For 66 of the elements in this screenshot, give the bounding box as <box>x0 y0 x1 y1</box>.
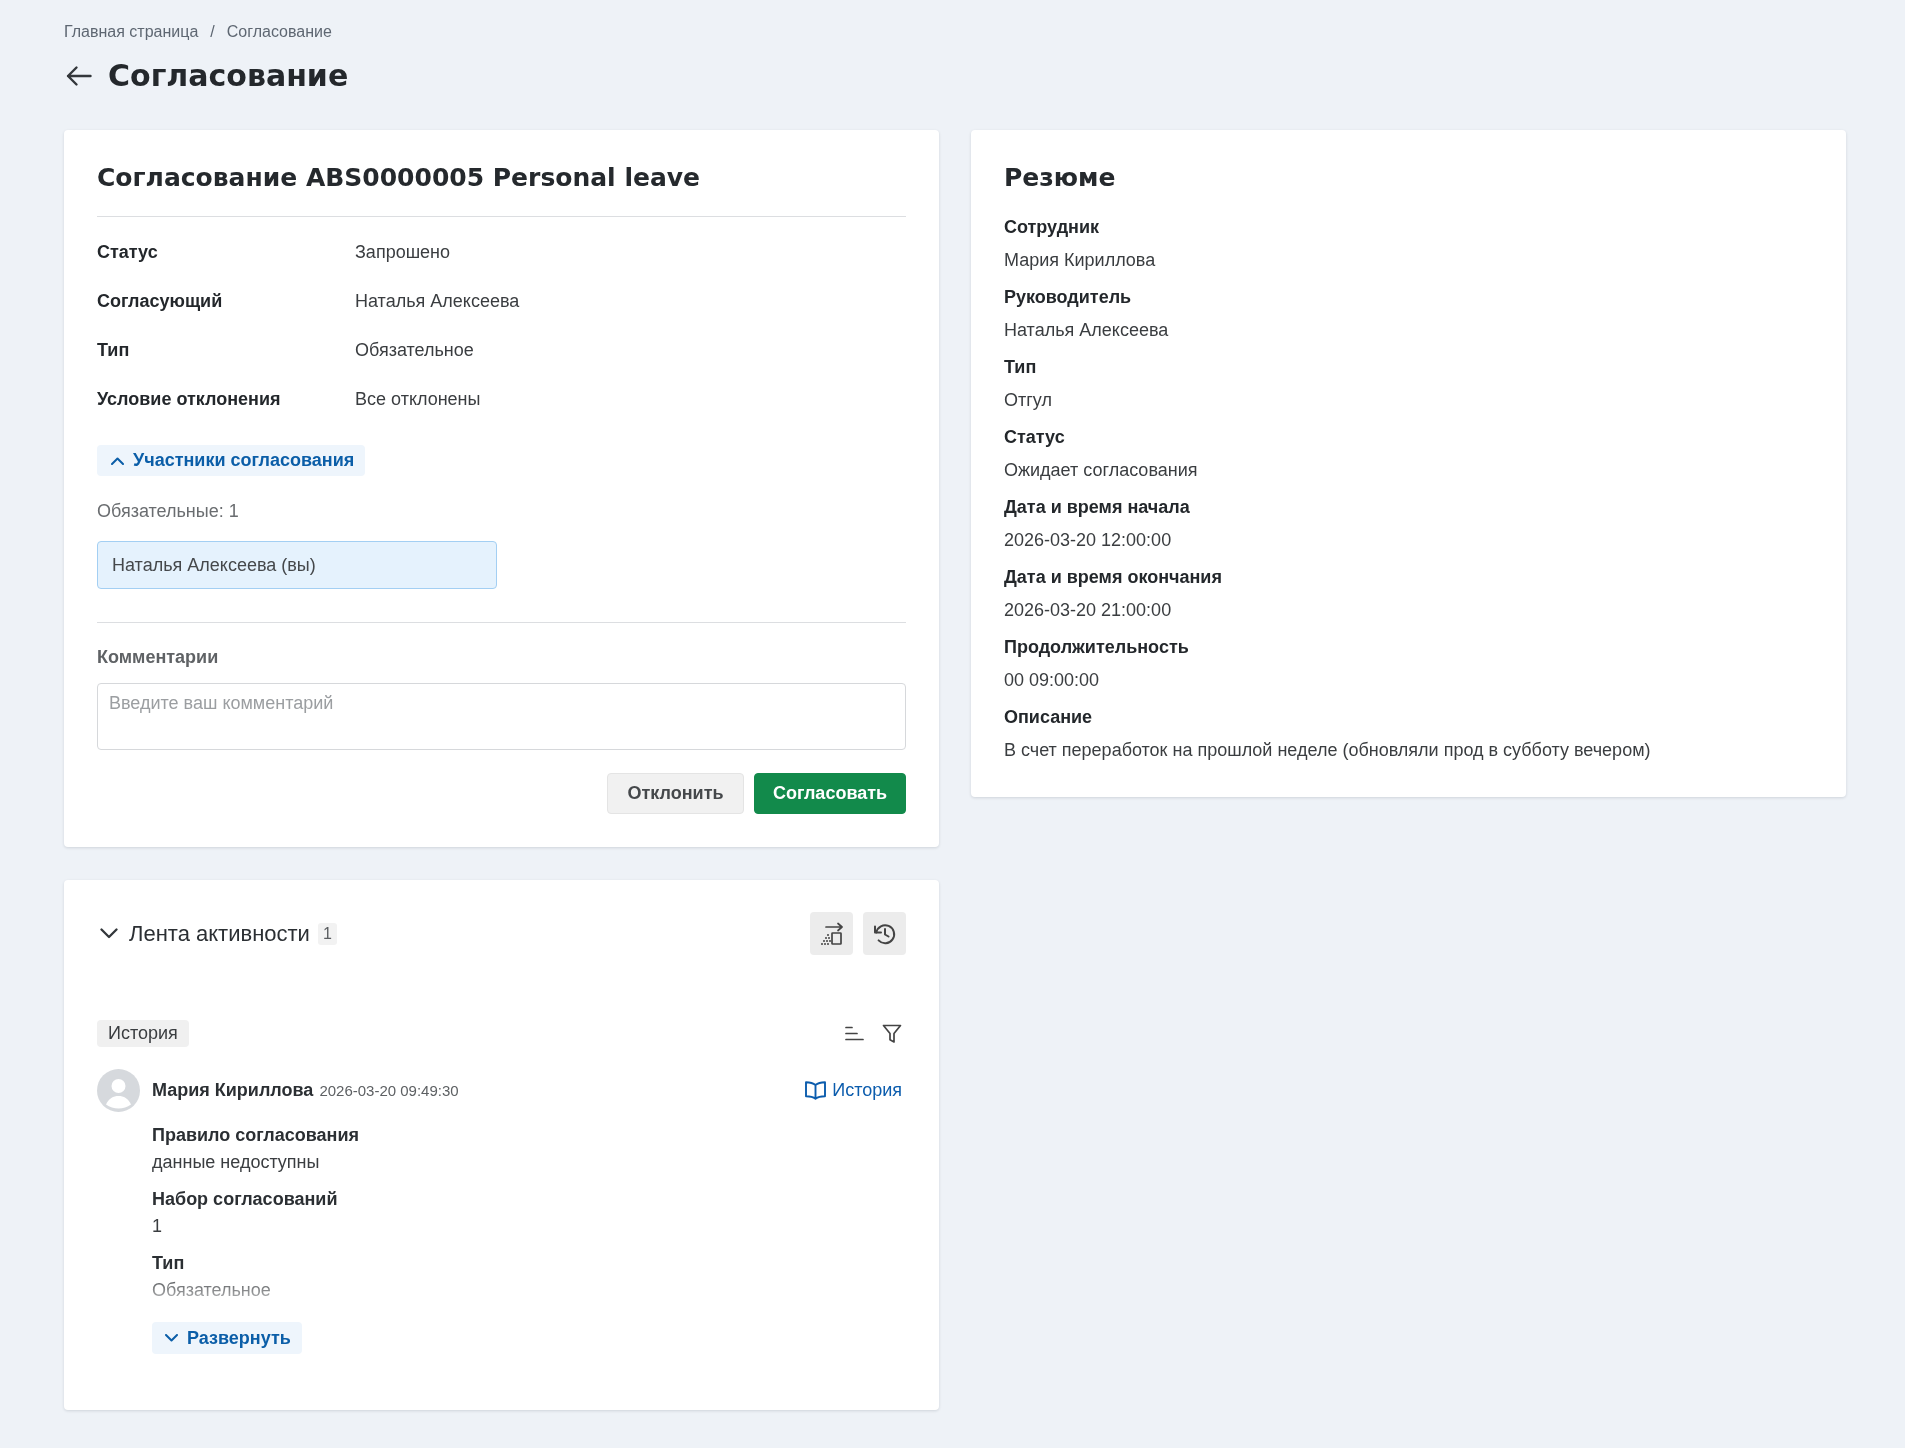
timestamp: 2026-03-20 09:49:30 <box>319 1082 459 1099</box>
feed-tab[interactable]: История <box>97 1020 189 1047</box>
detail-label: Правило согласования <box>152 1124 361 1147</box>
field-value: 2026-03-20 21:00:00 <box>1004 599 1173 622</box>
detail-value: данные недоступны <box>152 1151 321 1174</box>
filter-button[interactable] <box>882 1023 902 1044</box>
field-value: Обязательное <box>355 340 475 361</box>
card-title: Согласование ABS0000005 Personal leave <box>97 163 702 193</box>
field-label: Тип <box>1004 356 1038 379</box>
back-button[interactable] <box>66 65 92 87</box>
field-label: Дата и время начала <box>1004 496 1191 519</box>
collapse-button[interactable] <box>100 928 118 939</box>
breadcrumb-link[interactable]: Согласование <box>226 20 332 44</box>
field-value: Наталья Алексеева <box>1004 319 1170 342</box>
field-label: Сотрудник <box>1004 216 1101 239</box>
approve-button[interactable]: Согласовать <box>754 773 906 814</box>
field-label: Продолжительность <box>1004 636 1190 659</box>
sort-icon <box>845 1026 864 1041</box>
history-icon <box>872 921 897 946</box>
field-label: Статус <box>97 242 159 263</box>
reject-button[interactable]: Отклонить <box>607 773 744 814</box>
field-label: Статус <box>1004 426 1066 449</box>
detail-value: 1 <box>152 1215 163 1238</box>
chevron-down-icon <box>165 1334 178 1342</box>
book-icon <box>805 1081 827 1100</box>
participants-toggle[interactable]: Участники согласования <box>97 445 366 476</box>
comment-field[interactable]: Введите ваш комментарий <box>97 683 906 750</box>
sort-button[interactable] <box>845 1026 864 1041</box>
chevron-up-icon <box>111 456 124 465</box>
field-label: Согласующий <box>97 291 224 312</box>
field-value: Отгул <box>1004 389 1053 412</box>
field-label: Руководитель <box>1004 286 1133 309</box>
detail-label: Тип <box>152 1252 186 1275</box>
field-label: Тип <box>97 340 131 361</box>
comment-label: Комментарии <box>97 646 220 669</box>
arrow-left-icon <box>66 65 92 87</box>
field-value: 2026-03-20 12:00:00 <box>1004 529 1173 552</box>
field-label: Описание <box>1004 706 1094 729</box>
arrow-square-icon <box>819 921 844 946</box>
field-value: В счет переработок на прошлой неделе (обновляли прод в субботу вечером) <box>1004 739 1652 762</box>
breadcrumb-separator: / <box>210 22 215 42</box>
section-title: Лента активности <box>129 920 310 947</box>
field-value: Все отклонены <box>355 389 482 410</box>
card-title: Резюме <box>1004 163 1117 193</box>
detail-label: Набор согласований <box>152 1188 339 1211</box>
filter-icon <box>882 1023 902 1044</box>
field-value: Наталья Алексеева <box>355 291 521 312</box>
chevron-down-icon <box>100 928 118 939</box>
expand-button[interactable]: Развернуть <box>152 1322 302 1354</box>
history-link[interactable]: История <box>805 1080 902 1101</box>
participant-chip: Наталья Алексеева (вы) <box>97 541 497 589</box>
detail-value: Обязательное <box>152 1279 272 1302</box>
field-value: Мария Кириллова <box>1004 249 1157 272</box>
field-value: Ожидает согласования <box>1004 459 1199 482</box>
author-name: Мария Кириллова <box>152 1080 314 1101</box>
field-label: Условие отклонения <box>97 389 282 410</box>
required-count: Обязательные: 1 <box>97 500 240 523</box>
field-value: Запрошено <box>355 242 452 263</box>
page-title: Согласование <box>108 58 349 94</box>
history-button[interactable] <box>863 912 906 955</box>
breadcrumb-link[interactable]: Главная страница <box>64 20 199 44</box>
transfer-button[interactable] <box>810 912 853 955</box>
count-badge: 1 <box>317 922 337 945</box>
avatar-icon <box>97 1069 140 1112</box>
field-value: 00 09:00:00 <box>1004 669 1101 692</box>
field-label: Дата и время окончания <box>1004 566 1223 589</box>
